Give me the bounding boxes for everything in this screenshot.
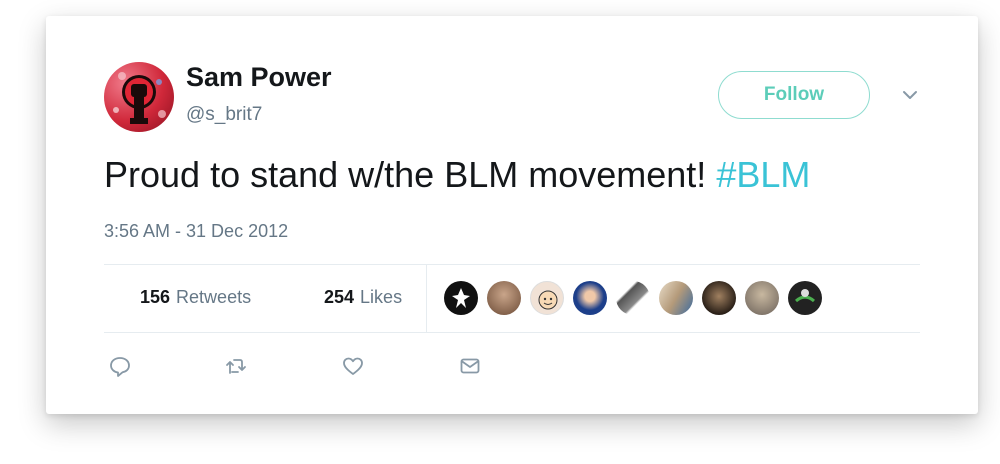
retweets-count: 156 (140, 287, 171, 307)
profile-avatar[interactable] (104, 62, 174, 132)
follow-button[interactable]: Follow (718, 71, 870, 119)
retweets-stat[interactable]: 156 Retweets (140, 287, 251, 308)
liker-avatar-9[interactable] (788, 281, 822, 315)
divider (104, 264, 920, 265)
liker-avatar-2[interactable] (487, 281, 521, 315)
likes-stat[interactable]: 254 Likes (324, 287, 402, 308)
liker-avatar-6[interactable] (659, 281, 693, 315)
vertical-divider (426, 265, 427, 332)
like-icon[interactable] (341, 354, 365, 378)
liker-avatar-3[interactable] (530, 281, 564, 315)
liker-avatar-5[interactable] (616, 281, 650, 315)
retweet-icon[interactable] (224, 354, 248, 378)
liker-avatar-4[interactable] (573, 281, 607, 315)
likes-count: 254 (324, 287, 355, 307)
direct-message-icon[interactable] (458, 354, 482, 378)
liker-avatar-1[interactable] (444, 281, 478, 315)
tweet-timestamp[interactable]: 3:56 AM - 31 Dec 2012 (104, 221, 288, 242)
tweet-card: Sam Power @s_brit7 Follow Proud to stand… (46, 16, 978, 414)
tweet-body: Proud to stand w/the BLM movement! (104, 154, 717, 195)
divider (104, 332, 920, 333)
likes-label: Likes (360, 287, 403, 307)
chevron-down-icon[interactable] (899, 84, 921, 106)
liker-avatar-7[interactable] (702, 281, 736, 315)
reply-icon[interactable] (108, 354, 132, 378)
tweet-text: Proud to stand w/the BLM movement! #BLM (104, 154, 810, 196)
raised-fist-icon (113, 72, 166, 124)
user-handle[interactable]: @s_brit7 (186, 104, 262, 126)
liker-avatar-8[interactable] (745, 281, 779, 315)
hashtag-link[interactable]: #BLM (716, 154, 810, 195)
display-name[interactable]: Sam Power (186, 62, 332, 93)
retweets-label: Retweets (176, 287, 252, 307)
